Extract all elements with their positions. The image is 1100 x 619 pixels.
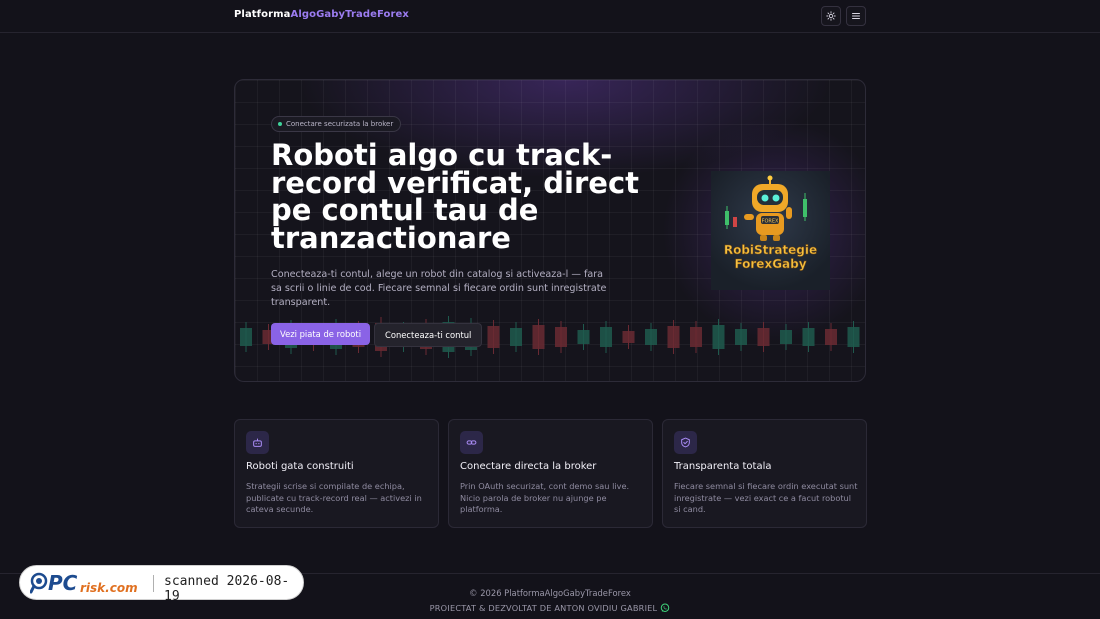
candle-body: [555, 327, 567, 347]
pcrisk-watermark: PC risk.com scanned 2026-08-19: [19, 565, 304, 604]
svg-text:risk.com: risk.com: [80, 581, 138, 595]
hero-subtitle: Conecteaza-ti contul, alege un robot din…: [271, 269, 607, 308]
candle-body: [600, 327, 612, 347]
card-icon-container: [460, 431, 483, 454]
candle-body: [532, 325, 545, 349]
credit-text: PROIECTAT & DEZVOLTAT DE ANTON OVIDIU GA…: [429, 603, 658, 613]
robot-icon: FOREX RobiStrategie ForexGaby: [711, 171, 830, 290]
feature-description: Fiecare semnal si fiecare ordin executat…: [674, 481, 858, 515]
feature-card-transparency: Transparenta totala Fiecare semnal si fi…: [662, 419, 867, 528]
candle-body: [802, 328, 815, 346]
feature-card-broker: Conectare directa la broker Prin OAuth s…: [448, 419, 653, 528]
candle-body: [780, 330, 792, 344]
feature-description: Prin OAuth securizat, cont demo sau live…: [460, 481, 630, 515]
robot-icon: [253, 438, 262, 447]
watermark-divider: [153, 575, 154, 592]
brand-name-part2: AlgoGabyTradeForex: [290, 9, 409, 20]
developer-credit: PROIECTAT & DEZVOLTAT DE ANTON OVIDIU GA…: [0, 603, 1100, 615]
candle-body: [825, 329, 837, 345]
candle-body: [510, 328, 522, 346]
pcrisk-logo: PC risk.com: [30, 571, 138, 595]
shield-check-icon: [681, 437, 690, 448]
status-dot: [278, 122, 282, 126]
candle-body: [847, 327, 860, 347]
menu-icon: [852, 13, 860, 19]
feature-title: Conectare directa la broker: [460, 461, 597, 472]
svg-text:ForexGaby: ForexGaby: [734, 257, 806, 271]
svg-text:PC: PC: [48, 571, 78, 595]
theme-toggle-button[interactable]: [821, 6, 841, 26]
link-icon: [466, 440, 477, 445]
candle-body: [735, 329, 747, 345]
candle-body: [645, 329, 657, 345]
feature-title: Transparenta totala: [674, 461, 772, 472]
scan-date-text: scanned 2026-08-19: [164, 574, 290, 604]
candle-body: [240, 328, 252, 346]
card-icon-container: [674, 431, 697, 454]
candle-body: [757, 328, 770, 346]
hero-title: Roboti algo cu track-record verificat, d…: [271, 138, 640, 255]
top-navbar: PlatformaAlgoGabyTradeForex: [0, 0, 1100, 33]
candle-body: [690, 327, 702, 347]
whatsapp-icon[interactable]: [660, 603, 670, 615]
feature-card-robots: Roboti gata construiti Strategii scrise …: [234, 419, 439, 528]
candle-body: [712, 325, 725, 349]
secure-connection-badge: Conectare securizata la broker: [271, 116, 402, 132]
candle-body: [622, 331, 635, 343]
badge-label: Conectare securizata la broker: [286, 120, 394, 128]
robot-illustration: FOREX RobiStrategie ForexGaby: [711, 171, 830, 290]
svg-text:RobiStrategie: RobiStrategie: [724, 243, 817, 257]
feature-title: Roboti gata construiti: [246, 461, 354, 472]
sun-icon: [826, 11, 836, 21]
menu-button[interactable]: [846, 6, 866, 26]
candle-body: [667, 326, 680, 348]
view-robot-market-button[interactable]: Vezi piata de roboti: [271, 323, 371, 345]
connect-account-button[interactable]: Conecteaza-ti contul: [374, 323, 483, 347]
hero-section: Conectare securizata la broker Roboti al…: [234, 79, 866, 382]
brand-logo[interactable]: PlatformaAlgoGabyTradeForex: [234, 9, 409, 20]
svg-text:FOREX: FOREX: [762, 219, 779, 225]
card-icon-container: [246, 431, 269, 454]
candle-body: [487, 326, 500, 348]
brand-name-part1: Platforma: [234, 9, 291, 20]
candle-body: [577, 330, 590, 344]
feature-description: Strategii scrise si compilate de echipa,…: [246, 481, 422, 515]
